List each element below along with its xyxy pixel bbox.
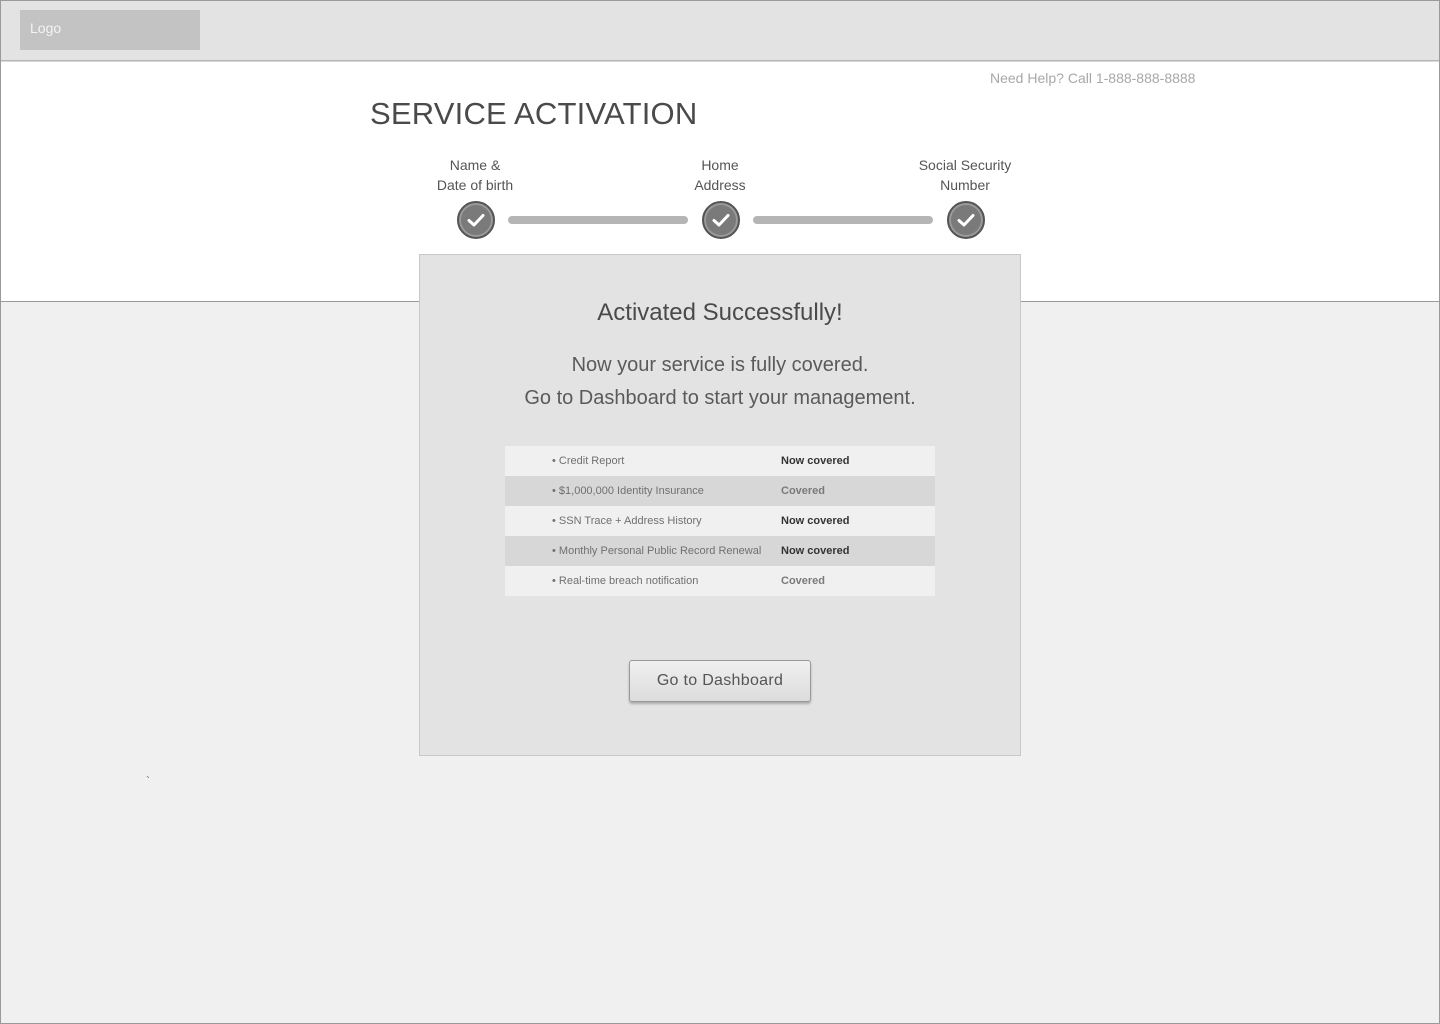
checkmark-icon [712, 214, 730, 227]
step-complete-name-dob [457, 201, 495, 239]
coverage-status: Covered [781, 575, 826, 587]
table-row: • Monthly Personal Public Record Renewal… [505, 536, 935, 566]
step-complete-ssn [947, 201, 985, 239]
step-connector-2 [753, 216, 933, 224]
step-label-line2: Date of birth [436, 177, 514, 193]
coverage-item: • SSN Trace + Address History [552, 515, 702, 527]
coverage-item: • Real-time breach notification [552, 575, 699, 587]
step-complete-home-address [702, 201, 740, 239]
step-label-line1: Social Security [918, 157, 1012, 173]
table-row: • Real-time breach notification Covered [505, 566, 935, 596]
success-message-line1: Now your service is fully covered. [571, 354, 869, 376]
success-message-line2: Go to Dashboard to start your management… [524, 387, 916, 409]
page-title: SERVICE ACTIVATION [370, 96, 698, 131]
coverage-status: Now covered [781, 515, 850, 527]
coverage-status: Now covered [781, 545, 850, 557]
step-label-home-address: Home Address [640, 155, 800, 195]
checkmark-icon [467, 214, 485, 227]
coverage-item: • $1,000,000 Identity Insurance [552, 485, 704, 497]
coverage-item: • Monthly Personal Public Record Renewal [552, 545, 762, 557]
step-label-line1: Name & [449, 157, 501, 173]
success-title: Activated Successfully! [597, 299, 843, 326]
go-to-dashboard-button[interactable]: Go to Dashboard [629, 660, 811, 702]
coverage-status: Now covered [781, 455, 850, 467]
stray-mark: ` [146, 774, 150, 788]
activation-success-panel: Activated Successfully! Now your service… [419, 254, 1021, 756]
coverage-item: • Credit Report [552, 455, 625, 467]
table-row: • SSN Trace + Address History Now covere… [505, 506, 935, 536]
help-phone-text: Need Help? Call 1-888-888-8888 [990, 70, 1196, 86]
coverage-table: • Credit Report Now covered • $1,000,000… [505, 446, 935, 596]
step-label-name-dob: Name & Date of birth [395, 155, 555, 195]
logo[interactable]: Logo [20, 10, 200, 50]
step-label-line2: Number [940, 177, 990, 193]
table-row: • Credit Report Now covered [505, 446, 935, 476]
checkmark-icon [957, 214, 975, 227]
step-label-line2: Address [694, 177, 746, 193]
table-row: • $1,000,000 Identity Insurance Covered [505, 476, 935, 506]
step-label-ssn: Social Security Number [885, 155, 1045, 195]
coverage-status: Covered [781, 485, 826, 497]
step-label-line1: Home [701, 157, 739, 173]
header-bar: Logo [0, 0, 1440, 61]
step-connector-1 [508, 216, 688, 224]
